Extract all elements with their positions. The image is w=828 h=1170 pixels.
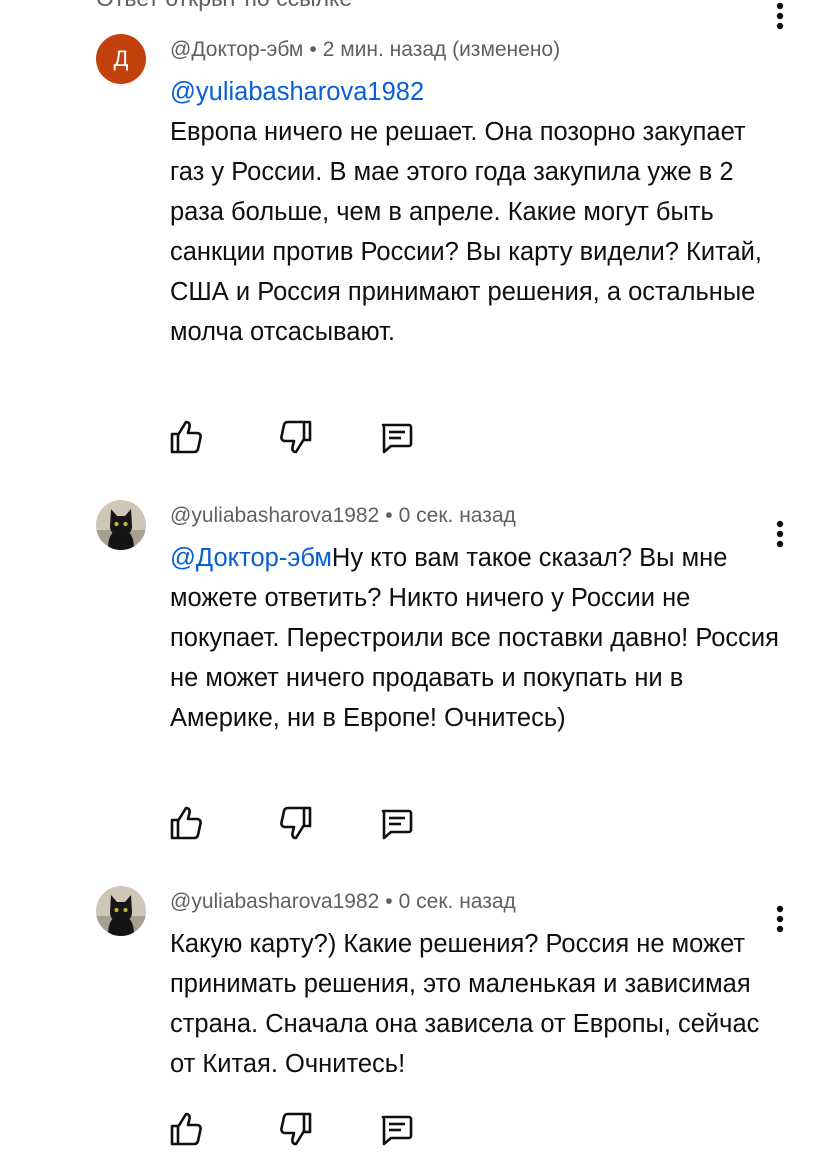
reply-comment-icon bbox=[381, 809, 413, 840]
comment-1: Д @Доктор-эбм • 2 мин. назад (изменено) @y… bbox=[0, 34, 828, 464]
comment-text: @yuliabasharova1982 Европа ничего не реш… bbox=[170, 72, 780, 352]
mention-link[interactable]: @Доктор-эбм bbox=[170, 544, 332, 572]
author-avatar[interactable]: Д bbox=[96, 34, 146, 84]
reply-button[interactable] bbox=[376, 1109, 416, 1149]
like-button[interactable] bbox=[166, 1109, 206, 1149]
thread-header-label: Ответ открыт по ссылке bbox=[96, 0, 352, 12]
author-name[interactable]: @Доктор-эбм bbox=[170, 38, 303, 61]
thread-more-button[interactable] bbox=[766, 0, 794, 32]
author-name[interactable]: @yuliabasharova1982 bbox=[170, 890, 379, 913]
black-cat-avatar bbox=[96, 500, 146, 550]
thumb-up-icon bbox=[170, 420, 202, 454]
dislike-button[interactable] bbox=[276, 1109, 316, 1149]
black-cat-avatar bbox=[96, 886, 146, 936]
comment-2: @yuliabasharova1982 • 0 сек. назад @Доктор… bbox=[0, 500, 828, 860]
thumb-down-icon bbox=[280, 806, 312, 840]
more-vertical-icon bbox=[776, 2, 784, 30]
comment-body: Ну кто вам такое сказал? Вы мне можете о… bbox=[170, 544, 779, 732]
like-button[interactable] bbox=[166, 417, 206, 457]
comment-meta: @yuliabasharova1982 • 0 сек. назад bbox=[170, 890, 516, 914]
comment-actions bbox=[166, 417, 426, 461]
meta-separator: • bbox=[385, 890, 393, 913]
dislike-button[interactable] bbox=[276, 803, 316, 843]
reply-comment-icon bbox=[381, 423, 413, 454]
meta-separator: • bbox=[385, 504, 393, 527]
thumb-up-icon bbox=[170, 1112, 202, 1146]
comment-meta: @yuliabasharova1982 • 0 сек. назад bbox=[170, 504, 516, 528]
comment-actions bbox=[166, 1109, 426, 1153]
comment-time: 2 мин. назад (изменено) bbox=[322, 38, 561, 61]
comment-text: @Доктор-эбмНу кто вам такое сказал? Вы м… bbox=[170, 538, 780, 738]
reply-comment-icon bbox=[381, 1115, 413, 1146]
comment-body: Какую карту?) Какие решения? Россия не м… bbox=[170, 930, 760, 1078]
meta-separator: • bbox=[309, 38, 317, 61]
author-avatar[interactable] bbox=[96, 886, 146, 936]
thumb-up-icon bbox=[170, 806, 202, 840]
reply-button[interactable] bbox=[376, 803, 416, 843]
reply-button[interactable] bbox=[376, 417, 416, 457]
thumb-down-icon bbox=[280, 420, 312, 454]
dislike-button[interactable] bbox=[276, 417, 316, 457]
author-name[interactable]: @yuliabasharova1982 bbox=[170, 504, 379, 527]
comment-actions bbox=[166, 803, 426, 847]
comment-body: Европа ничего не решает. Она позорно зак… bbox=[170, 118, 762, 346]
author-avatar[interactable] bbox=[96, 500, 146, 550]
comment-3: @yuliabasharova1982 • 0 сек. назад Какую к… bbox=[0, 886, 828, 1170]
thumb-down-icon bbox=[280, 1112, 312, 1146]
comment-time: 0 сек. назад bbox=[398, 504, 516, 527]
comment-meta: @Доктор-эбм • 2 мин. назад (изменено) bbox=[170, 38, 560, 62]
comment-time: 0 сек. назад bbox=[398, 890, 516, 913]
comment-text: Какую карту?) Какие решения? Россия не м… bbox=[170, 924, 780, 1084]
mention-link[interactable]: @yuliabasharova1982 bbox=[170, 78, 424, 106]
like-button[interactable] bbox=[166, 803, 206, 843]
